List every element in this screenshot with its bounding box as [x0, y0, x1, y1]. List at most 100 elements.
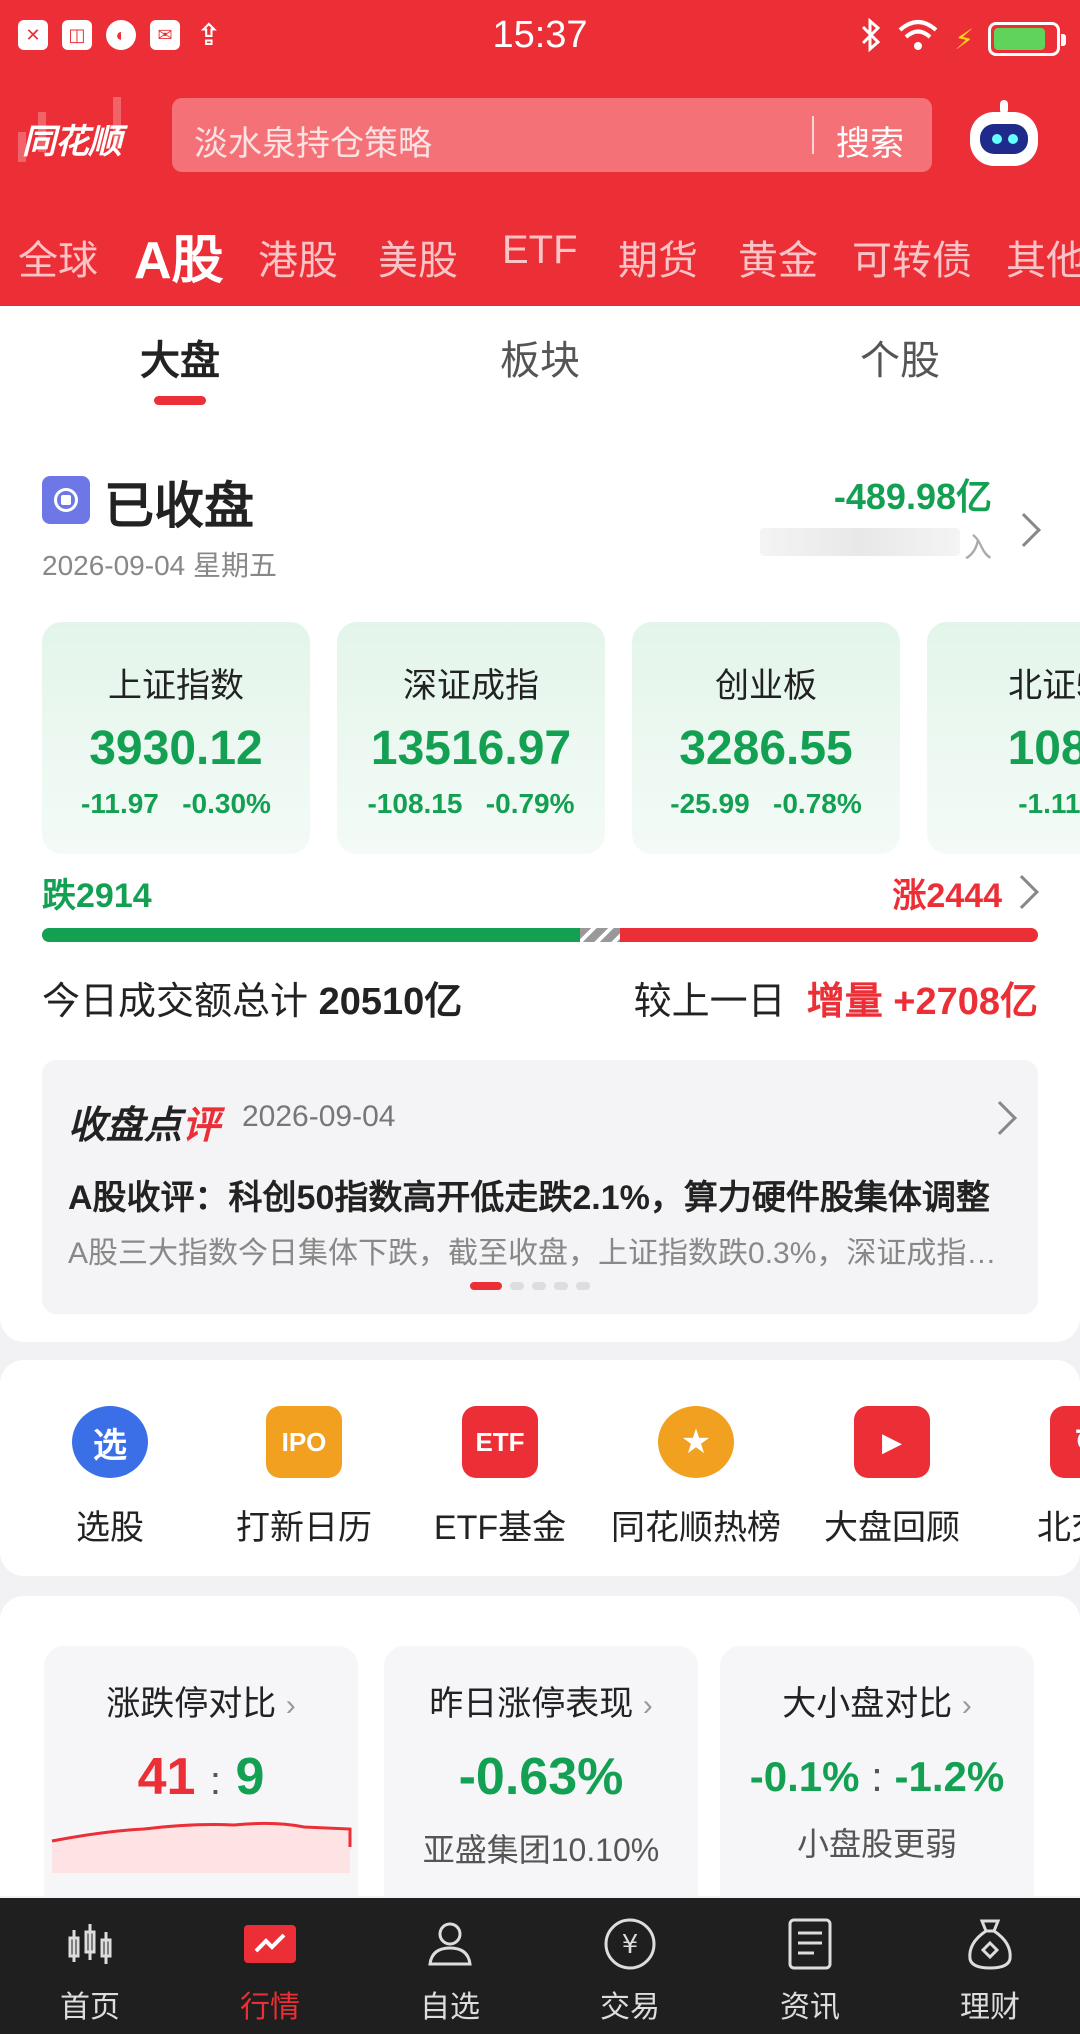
nav-market[interactable]: 行情 [180, 1916, 360, 2026]
hot-list-icon: ★ [658, 1406, 734, 1478]
market-date: 2026-09-04 星期五 [42, 550, 278, 581]
tab-sectors[interactable]: 板块 [440, 328, 640, 386]
carousel-dots [470, 1282, 590, 1290]
review-date: 2026-09-04 [242, 1100, 396, 1133]
review-headline[interactable]: A股收评：科创50指数高开低走跌2.1%，算力硬件股集体调整 [68, 1170, 1012, 1219]
index-name: 上证指数 [108, 667, 244, 705]
market-tabs: 全球 A股 港股 美股 ETF 期货 黄金 可转债 其他 [0, 224, 1080, 284]
trade-yen-icon: ¥ [602, 1916, 658, 1972]
large-small-cap-compare[interactable]: 大小盘对比 › -0.1% : -1.2% 小盘股更弱 [720, 1646, 1034, 1896]
status-right-icons: ⚡ [860, 17, 1066, 60]
nav-watchlist[interactable]: 自选 [360, 1916, 540, 2026]
index-value: 1087 [1007, 722, 1080, 775]
active-tab-indicator [154, 396, 206, 405]
ai-assistant-robot-icon[interactable] [966, 100, 1042, 170]
bottom-navigation: 首页 行情 自选 ¥ 交易 资讯 理财 [0, 1898, 1080, 2034]
etf-fund-icon: ETF [462, 1406, 538, 1478]
search-input[interactable]: 淡水泉持仓策略 [194, 116, 432, 165]
limit-ratio-value: 41 : 9 [137, 1748, 265, 1806]
tab-convertible-bonds[interactable]: 可转债 [852, 228, 972, 284]
index-change: -108.15 -0.79% [367, 788, 575, 819]
tab-us-stocks[interactable]: 美股 [378, 228, 458, 284]
limit-up-down-compare[interactable]: 涨跌停对比 › 41 : 9 [44, 1646, 358, 1896]
up-down-ratio-bar [42, 928, 1038, 942]
wealth-bag-icon [962, 1916, 1018, 1972]
app-logo[interactable]: 同花顺 [22, 114, 122, 163]
market-stats-card: 涨跌停对比 › 41 : 9 昨日涨停表现 › -0.63% 亚盛集团10.10… [0, 1596, 1080, 1896]
nav-label: 行情 [240, 1991, 300, 2024]
nav-label: 交易 [600, 1991, 660, 2024]
chevron-right-icon[interactable] [1007, 513, 1041, 547]
tab-a-shares[interactable]: A股 [134, 224, 224, 284]
index-card-shenzhen[interactable]: 深证成指 13516.97 -108.15 -0.79% [337, 622, 605, 854]
tab-futures[interactable]: 期货 [618, 228, 698, 284]
index-value: 3930.12 [89, 722, 263, 775]
limit-up-performance-value: -0.63% [458, 1748, 624, 1806]
nav-wealth[interactable]: 理财 [900, 1916, 1080, 2026]
cap-compare-note: 小盘股更弱 [796, 1826, 957, 1862]
quick-entry-label: ETF基金 [433, 1509, 567, 1547]
nav-home[interactable]: 首页 [0, 1916, 180, 2026]
watchlist-person-icon [422, 1916, 478, 1972]
market-chart-icon [242, 1916, 298, 1972]
search-divider [812, 116, 814, 154]
quick-entry-label: 大盘回顾 [824, 1509, 960, 1547]
index-name: 深证成指 [403, 667, 539, 705]
mini-card-title: 大小盘对比 › [782, 1685, 972, 1723]
closing-review-card[interactable]: 收盘点评 2026-09-04 A股收评：科创50指数高开低走跌2.1%，算力硬… [42, 1060, 1038, 1314]
sub-tabs: 大盘 板块 个股 [0, 306, 1080, 414]
flat-segment [580, 928, 620, 942]
quick-entry-etf-fund[interactable]: ETF ETF基金 [402, 1406, 598, 1549]
index-value: 3286.55 [679, 722, 853, 775]
nav-trade[interactable]: ¥ 交易 [540, 1916, 720, 2026]
quick-entry-stock-picker[interactable]: 选 选股 [12, 1406, 208, 1549]
nav-label: 自选 [420, 1991, 480, 2024]
chevron-right-icon[interactable] [983, 1101, 1017, 1135]
tab-others[interactable]: 其他 [1006, 228, 1080, 284]
index-change: -11.97 -0.30% [81, 788, 271, 819]
quick-entry-hot-list[interactable]: ★ 同花顺热榜 [598, 1406, 794, 1549]
review-summary: A股三大指数今日集体下跌，截至收盘，上证指数跌0.3%，深证成指跌0.79% [68, 1237, 1012, 1270]
tab-global[interactable]: 全球 [18, 228, 98, 284]
up-segment [620, 928, 1038, 942]
tab-etf[interactable]: ETF [502, 228, 578, 273]
home-candles-icon [62, 1916, 118, 1972]
intraday-sparkline [51, 1821, 352, 1873]
quick-entry-bse[interactable]: ↻ 北交所 [990, 1406, 1080, 1549]
market-closed-icon [42, 476, 90, 524]
index-change: -1.11 [1018, 788, 1080, 819]
net-capital-flow[interactable]: -489.98亿 [834, 468, 992, 520]
index-card-shanghai[interactable]: 上证指数 3930.12 -11.97 -0.30% [42, 622, 310, 854]
nav-label: 理财 [960, 1991, 1020, 2024]
status-bar: ✕ ◫ ◐ ✉ ⇪ 15:37 ⚡ [0, 0, 1080, 72]
app-header: 同花顺 淡水泉持仓策略 搜索 [0, 92, 1080, 174]
tab-hk-stocks[interactable]: 港股 [258, 228, 338, 284]
quick-entry-label: 打新日历 [236, 1509, 372, 1547]
index-change: -25.99 -0.78% [670, 788, 862, 819]
tab-individual-stocks[interactable]: 个股 [800, 328, 1000, 386]
nav-news[interactable]: 资讯 [720, 1916, 900, 2026]
quick-entry-ipo-calendar[interactable]: IPO 打新日历 [206, 1406, 402, 1549]
search-bar[interactable]: 淡水泉持仓策略 搜索 [172, 98, 932, 172]
quick-entry-market-review[interactable]: ▶ 大盘回顾 [794, 1406, 990, 1549]
index-name: 北证50 [1008, 667, 1080, 705]
quick-entry-card: 选 选股 IPO 打新日历 ETF ETF基金 ★ 同花顺热榜 ▶ 大盘回顾 ↻… [0, 1360, 1080, 1576]
up-down-counts[interactable]: 跌2914 涨2444 [42, 868, 1039, 918]
tab-market-overview[interactable]: 大盘 [80, 328, 280, 386]
chevron-right-icon[interactable] [1005, 875, 1039, 909]
nav-label: 资讯 [780, 1991, 840, 2024]
search-button[interactable]: 搜索 [836, 116, 904, 165]
index-card-beijing[interactable]: 北证50 1087 -1.11 [927, 622, 1080, 854]
nav-label: 首页 [60, 1991, 120, 2024]
news-doc-icon [782, 1916, 838, 1972]
top-header-area: ✕ ◫ ◐ ✉ ⇪ 15:37 ⚡ 同花顺 淡水泉持仓策略 搜索 全球 A股 港… [0, 0, 1080, 306]
battery-level [994, 28, 1045, 50]
charging-icon: ⚡ [954, 23, 974, 55]
yesterday-limit-up-performance[interactable]: 昨日涨停表现 › -0.63% 亚盛集团10.10% [384, 1646, 698, 1896]
index-card-chinext[interactable]: 创业板 3286.55 -25.99 -0.78% [632, 622, 900, 854]
tab-gold[interactable]: 黄金 [738, 228, 818, 284]
review-title: 收盘点评 [68, 1105, 221, 1147]
turnover-total: 今日成交额总计 20510亿 [42, 981, 463, 1023]
up-count: 涨2444 [892, 877, 1002, 915]
net-flow-label-blurred [760, 528, 960, 556]
